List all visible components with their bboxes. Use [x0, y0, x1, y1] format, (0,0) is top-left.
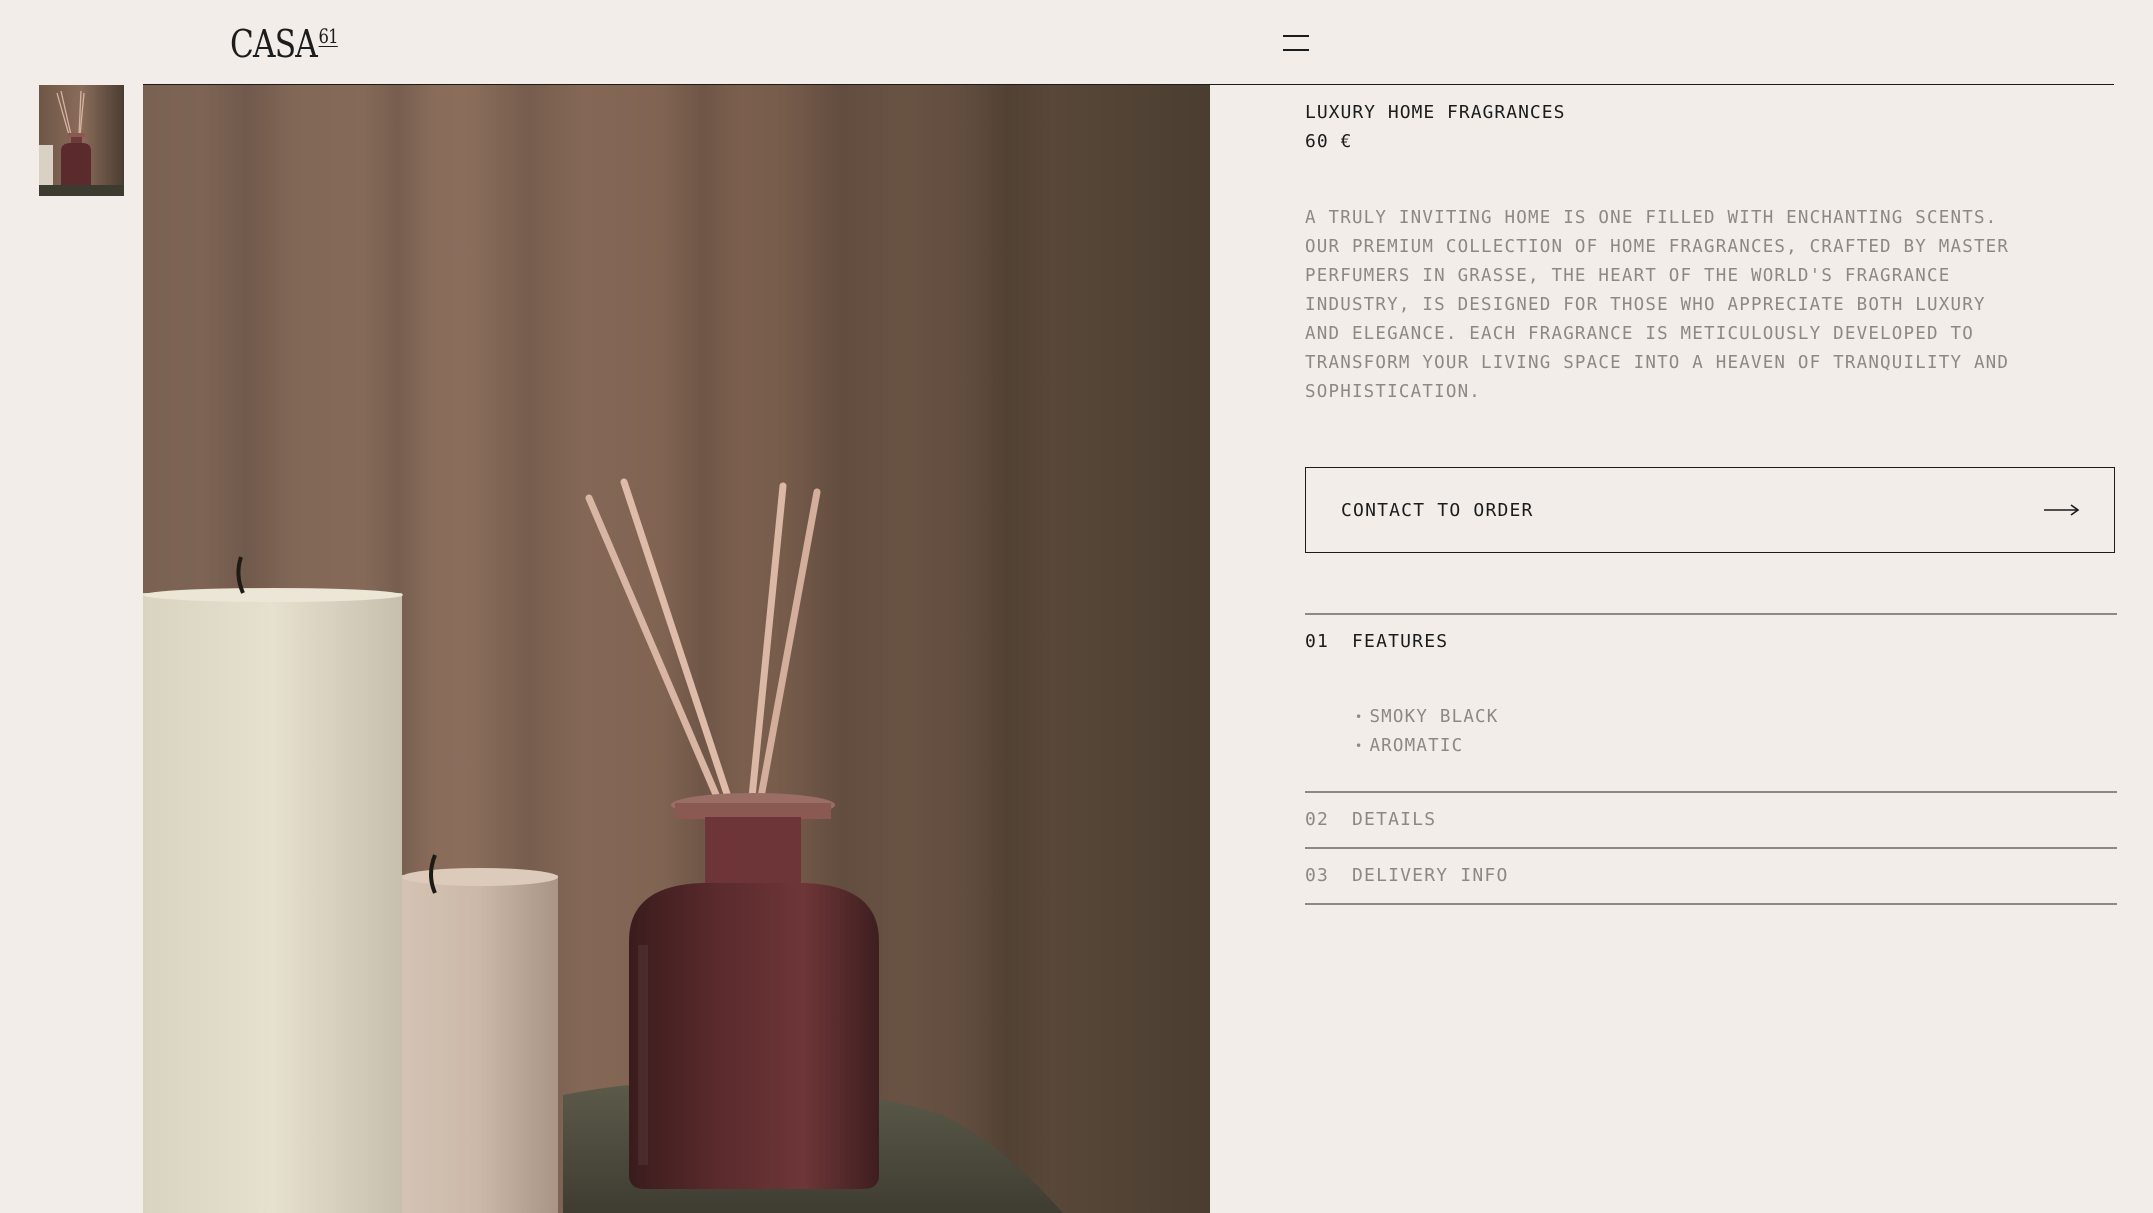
accordion-divider	[1305, 903, 2117, 905]
accordion-label: DELIVERY INFO	[1352, 864, 1509, 886]
accordion-divider	[1305, 847, 2117, 849]
contact-to-order-label: CONTACT TO ORDER	[1341, 499, 1534, 521]
feature-text: AROMATIC	[1369, 736, 1464, 756]
accordion-divider	[1305, 613, 2117, 615]
product-thumbnail[interactable]	[39, 85, 124, 196]
feature-text: SMOKY BLACK	[1369, 707, 1499, 727]
product-description: A TRULY INVITING HOME IS ONE FILLED WITH…	[1305, 208, 2010, 402]
accordion-number: 01	[1305, 630, 1330, 652]
accordion-number: 02	[1305, 808, 1330, 830]
accordion-label: FEATURES	[1352, 630, 1449, 652]
accordion-delivery-header[interactable]: 03 DELIVERY INFO	[1305, 855, 2117, 895]
logo-text: CASA	[230, 22, 318, 66]
arrow-right-icon	[2044, 504, 2080, 516]
accordion-label: DETAILS	[1352, 808, 1437, 830]
contact-to-order-button[interactable]: CONTACT TO ORDER	[1305, 467, 2115, 553]
list-item: • SMOKY BLACK	[1355, 703, 1499, 732]
product-title: LUXURY HOME FRAGRANCES	[1305, 102, 1566, 123]
hamburger-menu-icon[interactable]	[1283, 33, 1309, 53]
list-item: • AROMATIC	[1355, 732, 1499, 761]
product-main-image	[143, 85, 1210, 1213]
brand-logo[interactable]: CASA 61	[230, 22, 339, 66]
accordion-number: 03	[1305, 864, 1330, 886]
accordion-features-header[interactable]: 01 FEATURES	[1305, 621, 2117, 661]
accordion-details-header[interactable]: 02 DETAILS	[1305, 799, 2117, 839]
accordion-divider	[1305, 791, 2117, 793]
site-header: CASA 61	[0, 0, 2153, 85]
features-list: • SMOKY BLACK • AROMATIC	[1355, 703, 1499, 761]
logo-superscript: 61	[318, 24, 339, 48]
product-price: 60 €	[1305, 131, 1353, 152]
